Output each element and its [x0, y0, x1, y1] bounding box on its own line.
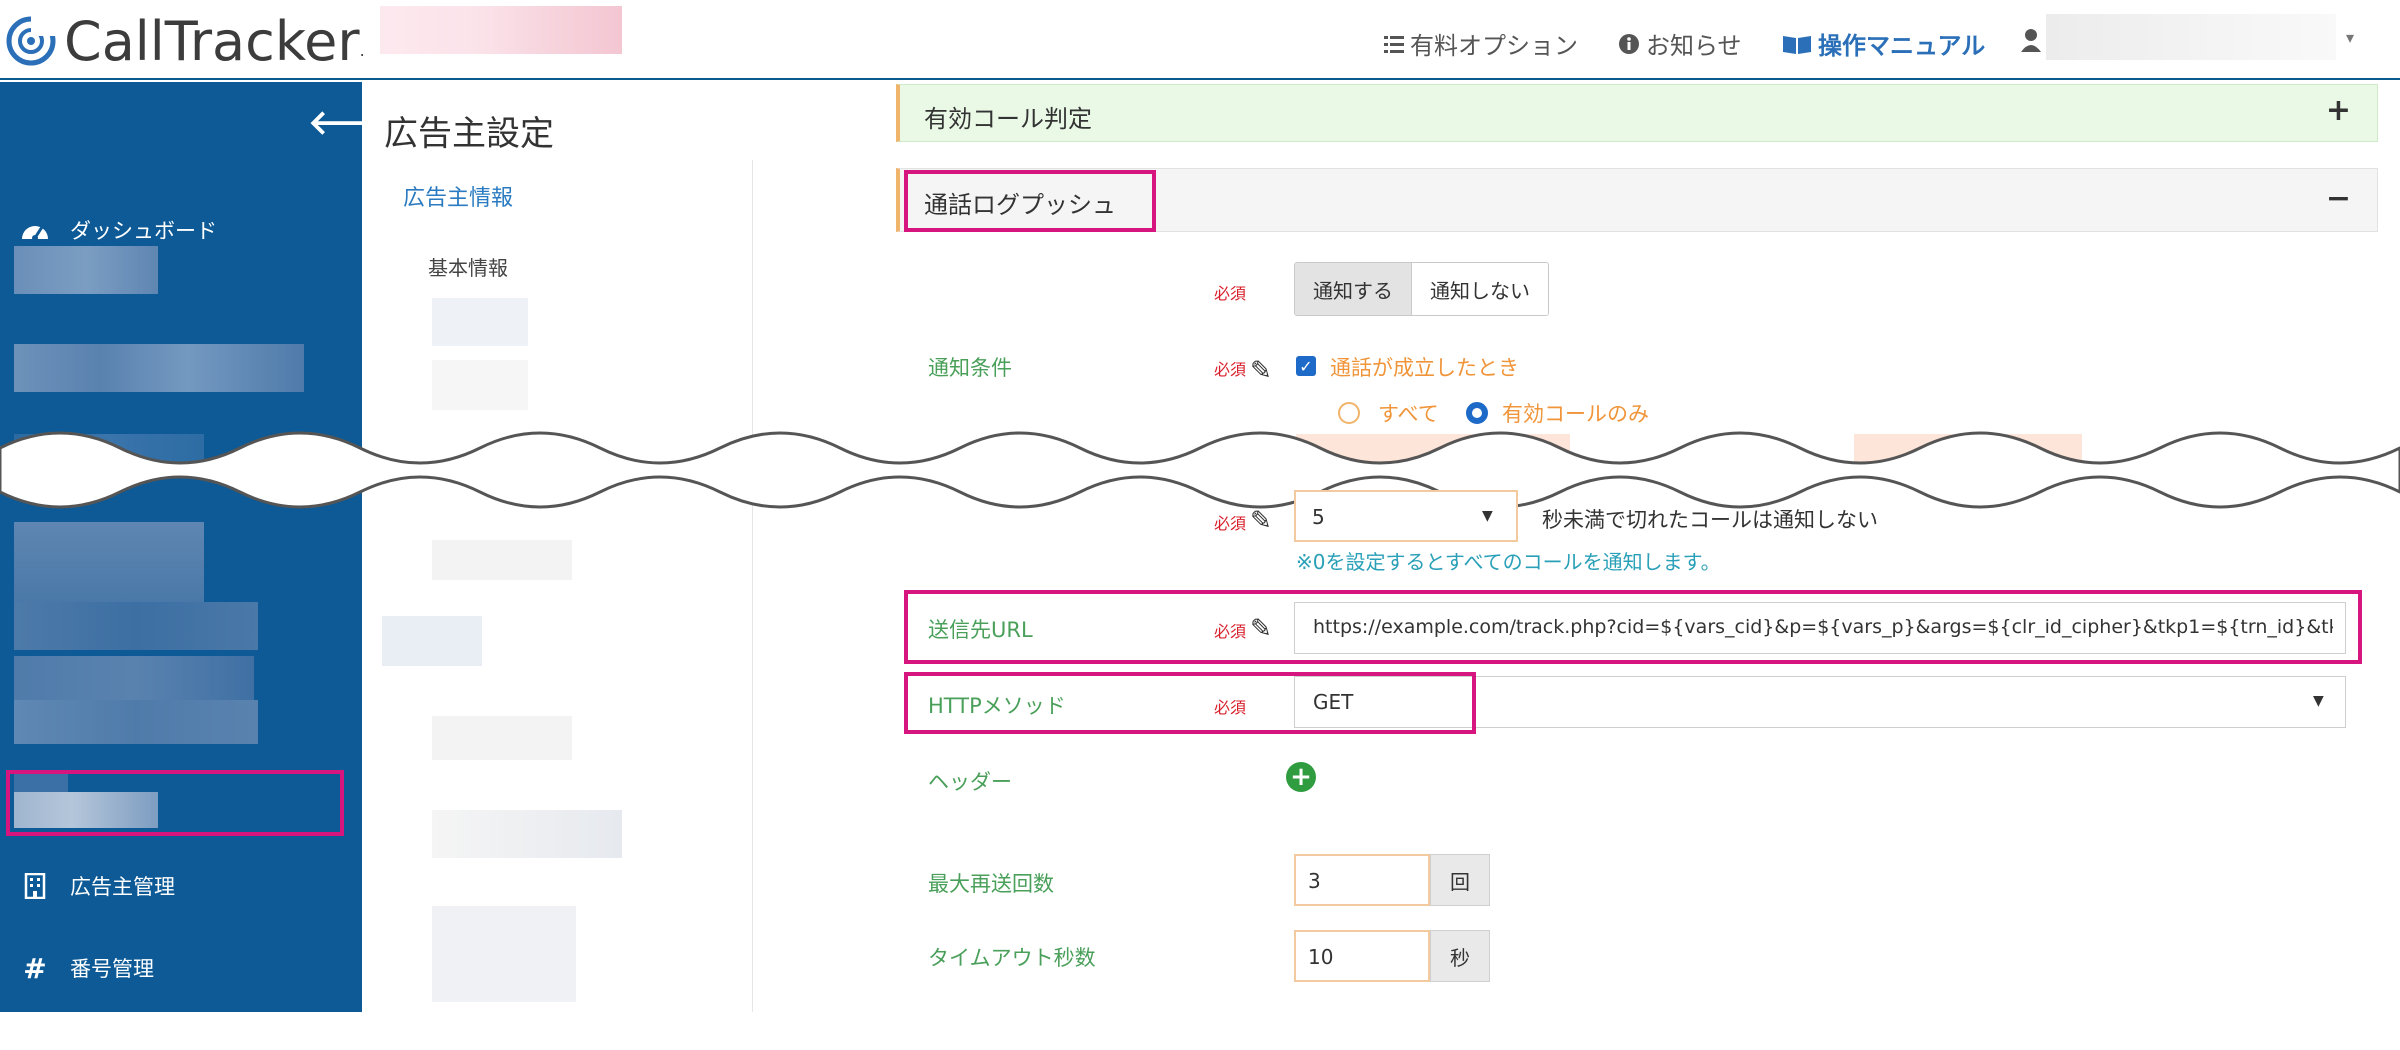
chevron-down-icon: ▼: [1482, 508, 1493, 524]
nav-manual-label: 操作マニュアル: [1818, 32, 1986, 60]
redacted-menu-item[interactable]: [14, 656, 254, 700]
book-icon: [1783, 35, 1811, 54]
seconds-note: ※0を設定するとすべてのコールを通知します。: [1296, 550, 1721, 574]
logo-mark-icon: [6, 16, 58, 66]
logo-dot: .: [359, 41, 365, 60]
required-badge: 必須: [1214, 284, 1247, 303]
dashboard-gauge-icon: [0, 219, 70, 241]
sidebar-item-label: 広告主管理: [70, 875, 175, 899]
sidebar-item-advertiser-management[interactable]: 広告主管理: [0, 858, 362, 914]
nav-paid-options[interactable]: 有料オプション: [1384, 26, 1578, 61]
nav-paid-options-label: 有料オプション: [1410, 32, 1578, 60]
redacted-menu-item[interactable]: [14, 522, 204, 602]
required-badge: 必須: [1214, 360, 1247, 379]
sidebar-item-label: 番号管理: [70, 957, 154, 981]
expand-plus-icon[interactable]: +: [2326, 93, 2351, 128]
headers-label: ヘッダー: [928, 770, 1012, 794]
required-badge: 必須: [1214, 514, 1247, 533]
highlight-destination-url: [904, 590, 2362, 664]
top-header: CallTracker . 有料オプション お知らせ 操作マニュアル ▾: [0, 0, 2400, 80]
subnav-advertiser-info-link[interactable]: 広告主情報: [403, 180, 513, 212]
seconds-select[interactable]: 5 ▼: [1294, 490, 1518, 542]
max-retry-input[interactable]: 3: [1294, 854, 1430, 906]
redacted-subnav-item[interactable]: [432, 906, 576, 1002]
sidebar-item-label: ダッシュボード: [70, 219, 217, 243]
hash-icon: #: [23, 951, 47, 985]
nav-notice[interactable]: お知らせ: [1618, 26, 1742, 61]
sidebar-item-dynamic-tag[interactable]: </> 動的発番タグ発行: [0, 994, 362, 1050]
seconds-suffix-text: 秒未満で切れたコールは通知しない: [1542, 508, 1878, 532]
redacted-menu-item[interactable]: [14, 344, 304, 392]
call-established-label: 通話が成立したとき: [1330, 356, 1519, 380]
redacted-subnav-item[interactable]: [382, 616, 482, 666]
collapse-minus-icon[interactable]: −: [2326, 181, 2351, 216]
redacted-user-name[interactable]: [2046, 14, 2336, 60]
add-header-plus-icon[interactable]: +: [1286, 762, 1316, 792]
column-divider: [752, 160, 753, 1012]
info-icon: [1619, 33, 1639, 54]
nav-manual[interactable]: 操作マニュアル: [1782, 26, 1985, 61]
redacted-subnav-item[interactable]: [432, 716, 572, 760]
max-retry-label: 最大再送回数: [928, 872, 1054, 896]
redacted-subnav-item[interactable]: [432, 360, 528, 410]
calltracker-logo[interactable]: CallTracker .: [4, 6, 365, 76]
code-icon: </>: [12, 1009, 58, 1035]
edit-pencil-icon: ✎: [1250, 356, 1272, 386]
panel-effective-call[interactable]: 有効コール判定 +: [896, 84, 2378, 142]
redacted-menu-item[interactable]: [14, 700, 258, 744]
user-icon[interactable]: [2020, 28, 2042, 52]
highlight-http-method: [904, 672, 1476, 734]
redacted-subnav-item[interactable]: [432, 298, 528, 346]
timeout-seconds-label: タイムアウト秒数: [928, 946, 1096, 970]
seconds-select-value: 5: [1312, 505, 1325, 529]
list-icon: [1384, 35, 1404, 53]
redacted-subnav-item[interactable]: [432, 810, 622, 858]
building-icon: [0, 873, 70, 899]
logo-text: CallTracker: [64, 9, 360, 73]
highlight-call-log-push: [904, 170, 1156, 232]
timeout-seconds-unit: 秒: [1430, 930, 1490, 982]
sidebar: 🡐 ダッシュボード 広告主管理 # 番号管理 </> 動的発番タグ発行: [0, 82, 399, 1035]
wavy-cut-divider: [0, 431, 2400, 509]
subnav-basic-info[interactable]: 基本情報: [428, 252, 508, 281]
edit-pencil-icon: ✎: [1250, 506, 1272, 536]
redacted-menu-item[interactable]: [14, 602, 258, 650]
notify-on-button[interactable]: 通知する: [1295, 263, 1412, 315]
highlight-advertiser-management: [6, 770, 344, 836]
timeout-seconds-input[interactable]: 10: [1294, 930, 1430, 982]
chevron-down-icon: ▼: [2313, 693, 2324, 709]
redacted-menu-item[interactable]: [14, 246, 158, 294]
nav-notice-label: お知らせ: [1646, 32, 1742, 60]
call-established-checkbox[interactable]: ✓: [1296, 356, 1316, 376]
advertiser-settings-title: 広告主設定: [384, 114, 554, 154]
panel-effective-call-title: 有効コール判定: [924, 105, 1092, 133]
max-retry-unit: 回: [1430, 854, 1490, 906]
user-menu-caret-icon[interactable]: ▾: [2346, 28, 2354, 47]
sidebar-item-number-management[interactable]: # 番号管理: [0, 940, 362, 996]
notify-toggle-group: 通知する 通知しない: [1294, 262, 1549, 316]
redacted-account-name: [380, 6, 622, 54]
redacted-subnav-item[interactable]: [432, 540, 572, 580]
notify-condition-label: 通知条件: [928, 356, 1012, 380]
notify-off-button[interactable]: 通知しない: [1412, 263, 1548, 315]
